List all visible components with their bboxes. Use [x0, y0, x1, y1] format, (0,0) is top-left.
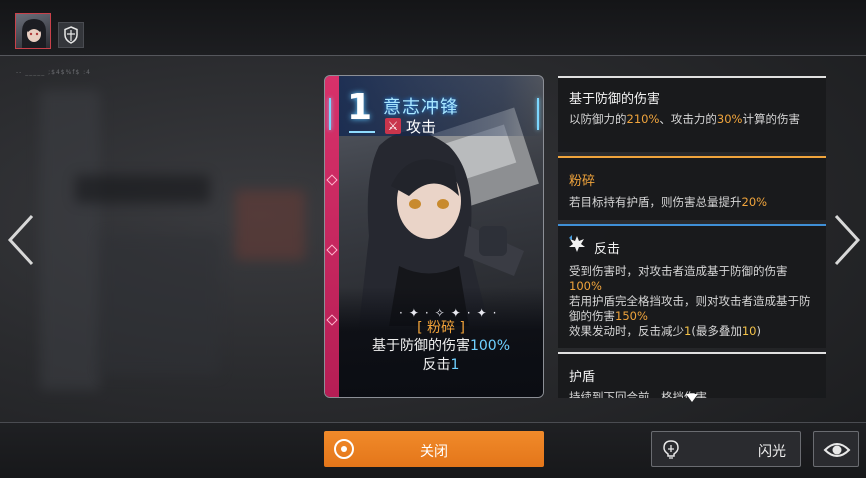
top-bar [0, 0, 866, 56]
card-detail-screen: -- _____ ;$4$%f$ :4 1 意志冲锋 ⚔ 攻击 ·✦·✧✦·✦·… [0, 0, 866, 478]
card-cost: 1 [347, 87, 373, 128]
skill-card[interactable]: 1 意志冲锋 ⚔ 攻击 ·✦·✧✦·✦· [ 粉碎 ] 基于防御的伤害100% … [324, 75, 544, 398]
cost-underline [349, 131, 375, 133]
previous-arrow-icon[interactable] [6, 214, 36, 266]
diamond-icon [326, 244, 338, 256]
card-keyword: [ 粉碎 ] [417, 320, 465, 336]
panel-title: 护盾 [569, 370, 596, 385]
card-desc-line-1: 基于防御的伤害100% [371, 338, 511, 354]
panel-text: 若目标持有护盾，则伤害总量提升20% [569, 195, 768, 209]
panel-title: 反击 [594, 242, 621, 257]
counter-burst-icon [569, 235, 585, 252]
card-edge-glow [329, 98, 331, 130]
eye-icon [823, 443, 851, 457]
close-button-label: 关闭 [420, 444, 448, 460]
shield-icon [64, 26, 78, 44]
panel-text: 受到伤害时，对攻击者造成基于防御的伤害100% 若用护盾完全格挡攻击，则对攻击者… [569, 264, 816, 339]
panel-title: 粉碎 [569, 174, 596, 189]
card-type: 攻击 [406, 118, 437, 136]
background-blur [235, 190, 305, 260]
card-edge-glow [537, 98, 539, 130]
close-button[interactable]: 关闭 [324, 431, 544, 467]
scroll-down-icon[interactable] [686, 394, 698, 402]
panel-defense-damage: 基于防御的伤害 以防御力的210%、攻击力的30%计算的伤害 [558, 76, 826, 152]
background-blur [40, 90, 100, 390]
lightbulb-icon [663, 440, 679, 459]
next-arrow-icon[interactable] [832, 214, 862, 266]
background-blur [100, 235, 220, 375]
counter-line-2: 若用护盾完全格挡攻击，则对攻击者造成基于防御的伤害150% [569, 294, 811, 323]
panel-crush: 粉碎 若目标持有护盾，则伤害总量提升20% [558, 156, 826, 220]
panel-counter: 反击 受到伤害时，对攻击者造成基于防御的伤害100% 若用护盾完全格挡攻击，则对… [558, 224, 826, 348]
avatar[interactable] [15, 13, 51, 49]
card-desc-line-2: 反击1 [422, 357, 460, 373]
panel-title: 基于防御的伤害 [569, 92, 661, 107]
diamond-icon [326, 314, 338, 326]
background-blur [75, 175, 210, 203]
panel-shield: 护盾 持续到下回合前，格挡伤害 [558, 352, 826, 398]
debug-text: -- _____ ;$4$%f$ :4 [16, 69, 91, 76]
shield-button[interactable] [58, 22, 84, 48]
panel-text: 以防御力的210%、攻击力的30%计算的伤害 [569, 112, 800, 126]
flash-button-label: 闪光 [758, 444, 786, 460]
counter-line-1: 受到伤害时，对攻击者造成基于防御的伤害100% [569, 264, 788, 293]
counter-line-3: 效果发动时，反击减少1(最多叠加10) [569, 324, 761, 338]
card-side-strip [325, 76, 339, 397]
crossed-swords-icon: ⚔ [385, 118, 401, 134]
diamond-icon [326, 174, 338, 186]
eye-button[interactable] [813, 431, 859, 467]
flash-button[interactable]: 闪光 [651, 431, 801, 467]
character-portrait-icon [22, 19, 46, 48]
